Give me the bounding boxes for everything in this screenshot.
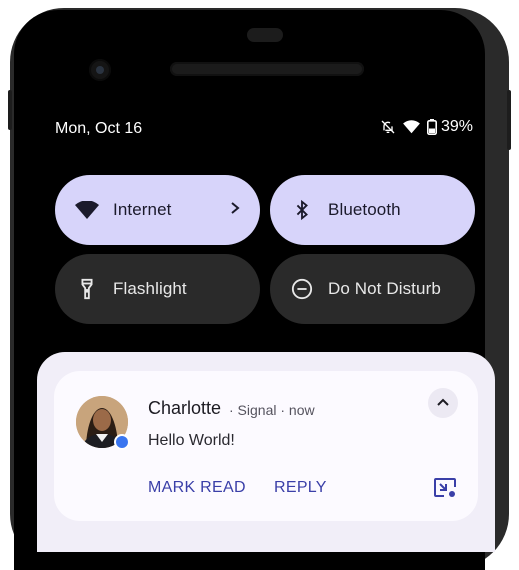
picture-in-picture-icon [434, 478, 456, 497]
notification-sender: Charlotte [148, 398, 222, 418]
side-button [8, 90, 12, 130]
bluetooth-icon [290, 198, 314, 222]
tile-label: Flashlight [113, 279, 187, 298]
notification-meta: · Signal · now [229, 402, 315, 418]
front-camera [89, 59, 111, 81]
collapse-button[interactable] [428, 388, 458, 418]
mark-read-button[interactable]: MARK READ [148, 479, 246, 497]
wifi-icon [75, 198, 99, 222]
do-not-disturb-icon [290, 277, 314, 301]
tile-bluetooth[interactable]: Bluetooth [270, 175, 475, 245]
tile-label: Do Not Disturb [328, 279, 441, 298]
tile-label: Bluetooth [328, 200, 401, 219]
battery-icon [426, 119, 437, 135]
earpiece [247, 28, 283, 42]
tile-internet[interactable]: Internet [55, 175, 260, 245]
chevron-right-icon [228, 198, 242, 223]
reply-button[interactable]: REPLY [274, 479, 327, 497]
silent-bell-icon [380, 119, 396, 135]
status-date: Mon, Oct 16 [55, 120, 143, 137]
speaker-grille [170, 62, 364, 76]
tile-flashlight[interactable]: Flashlight [55, 254, 260, 324]
status-icons: 39% [380, 118, 473, 136]
tile-do-not-disturb[interactable]: Do Not Disturb [270, 254, 475, 324]
tile-label: Internet [113, 200, 172, 219]
battery-percent: 39% [440, 118, 473, 135]
flashlight-icon [75, 277, 99, 301]
chevron-up-icon [437, 398, 449, 406]
wifi-status-icon [403, 120, 420, 134]
signal-badge-icon [114, 434, 130, 450]
notification-message: Hello World! [148, 432, 235, 449]
picture-in-picture-button[interactable] [433, 477, 457, 504]
side-button [507, 90, 511, 150]
